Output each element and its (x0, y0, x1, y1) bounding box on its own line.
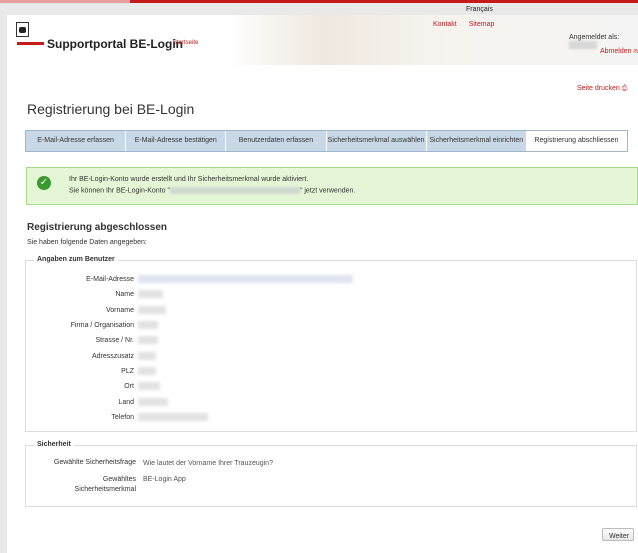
next-button[interactable]: Weiter (602, 528, 634, 541)
progress-steps: E-Mail-Adresse erfassen E-Mail-Adresse b… (25, 130, 628, 152)
field-value-country-redacted (138, 398, 168, 406)
field-value-phone-redacted (138, 413, 208, 421)
account-name-redacted (169, 187, 300, 194)
top-stripe (0, 0, 638, 3)
security-feature-label: Gewähltes Sicherheitsmerkmal (26, 475, 136, 495)
field-label-city: Ort (124, 383, 134, 390)
sitemap-link[interactable]: Sitemap (469, 21, 495, 28)
field-label-country: Land (118, 399, 134, 406)
bern-bear-logo-icon (16, 22, 29, 37)
site-header: Supportportal BE-Login Startseite Kontak… (7, 15, 638, 66)
main-content: Seite drucken ⎙ Registrierung bei BE-Log… (7, 65, 638, 553)
field-label-phone: Telefon (111, 414, 134, 421)
field-value-street-redacted (138, 336, 158, 344)
security-feature-value: BE-Login App (143, 476, 186, 483)
security-fieldset: Sicherheit Gewählte Sicherheitsfrage Wie… (25, 441, 637, 507)
user-data-fieldset: Angaben zum Benutzer E-Mail-Adresse Name… (25, 256, 637, 432)
field-value-name-redacted (138, 290, 163, 298)
step-user-data: Benutzerdaten erfassen (226, 131, 327, 151)
contact-link[interactable]: Kontakt (433, 21, 457, 28)
printer-icon: ⎙ (621, 85, 628, 92)
top-links: Kontakt Sitemap (433, 21, 504, 28)
field-label-zip: PLZ (121, 368, 134, 375)
success-line-2-prefix: Sie können Ihr BE-Login-Konto " (69, 187, 170, 195)
step-security-select: Sicherheitsmerkmal auswählen (326, 131, 427, 151)
step-email-capture: E-Mail-Adresse erfassen (26, 131, 127, 151)
user-logout-icon: ⍝ (633, 48, 638, 55)
security-legend: Sicherheit (34, 441, 74, 448)
field-label-street: Strasse / Nr. (95, 337, 134, 344)
username-redacted (569, 41, 597, 49)
field-label-email: E-Mail-Adresse (86, 276, 134, 283)
security-question-value: Wie lautet der Vorname Ihrer Trauzeugin? (143, 460, 273, 467)
logout-link[interactable]: Abmelden ⍝ (600, 48, 638, 56)
summary-heading: Registrierung abgeschlossen (27, 222, 168, 233)
summary-intro: Sie haben folgende Daten angegeben: (27, 239, 147, 246)
success-line-2: Sie können Ihr BE-Login-Konto " " jetzt v… (69, 187, 355, 194)
field-value-company-redacted (138, 321, 158, 329)
user-data-legend: Angaben zum Benutzer (34, 256, 118, 263)
security-feature-label-line-2: Sicherheitsmerkmal (74, 486, 136, 493)
home-link[interactable]: Startseite (173, 40, 198, 46)
success-message: ✓ Ihr BE-Login-Konto wurde erstellt und … (26, 167, 638, 205)
security-feature-label-line-1: Gewähltes (102, 476, 136, 483)
field-value-address-extra-redacted (138, 352, 156, 360)
field-value-city-redacted (138, 382, 160, 390)
brand-title: Supportportal BE-Login (47, 37, 183, 51)
step-email-confirm: E-Mail-Adresse bestätigen (126, 131, 227, 151)
field-label-address-extra: Adresszusatz (91, 353, 134, 360)
step-security-setup: Sicherheitsmerkmal einrichten (426, 131, 527, 151)
brand-accent-bar (17, 42, 44, 45)
security-question-label: Gewählte Sicherheitsfrage (53, 459, 136, 466)
language-link-french[interactable]: Français (466, 6, 493, 13)
logged-in-label: Angemeldet als: (569, 34, 620, 41)
field-label-firstname: Vorname (105, 307, 134, 314)
logout-label: Abmelden (600, 48, 632, 55)
logged-in-status: Angemeldet als: (569, 34, 638, 49)
print-label: Seite drucken (577, 85, 620, 92)
step-complete: Registrierung abschliessen (526, 131, 628, 151)
print-page-link[interactable]: Seite drucken ⎙ (577, 85, 627, 93)
success-line-2-suffix: " jetzt verwenden. (299, 187, 356, 195)
page-title: Registrierung bei BE-Login (27, 101, 195, 117)
field-label-name: Name (115, 291, 134, 298)
field-value-email-redacted (138, 275, 353, 283)
field-value-firstname-redacted (138, 306, 166, 314)
field-label-company: Firma / Organisation (70, 322, 134, 329)
success-line-1: Ihr BE-Login-Konto wurde erstellt und Ih… (69, 176, 309, 183)
checkmark-icon: ✓ (37, 176, 51, 190)
field-value-zip-redacted (138, 367, 156, 375)
